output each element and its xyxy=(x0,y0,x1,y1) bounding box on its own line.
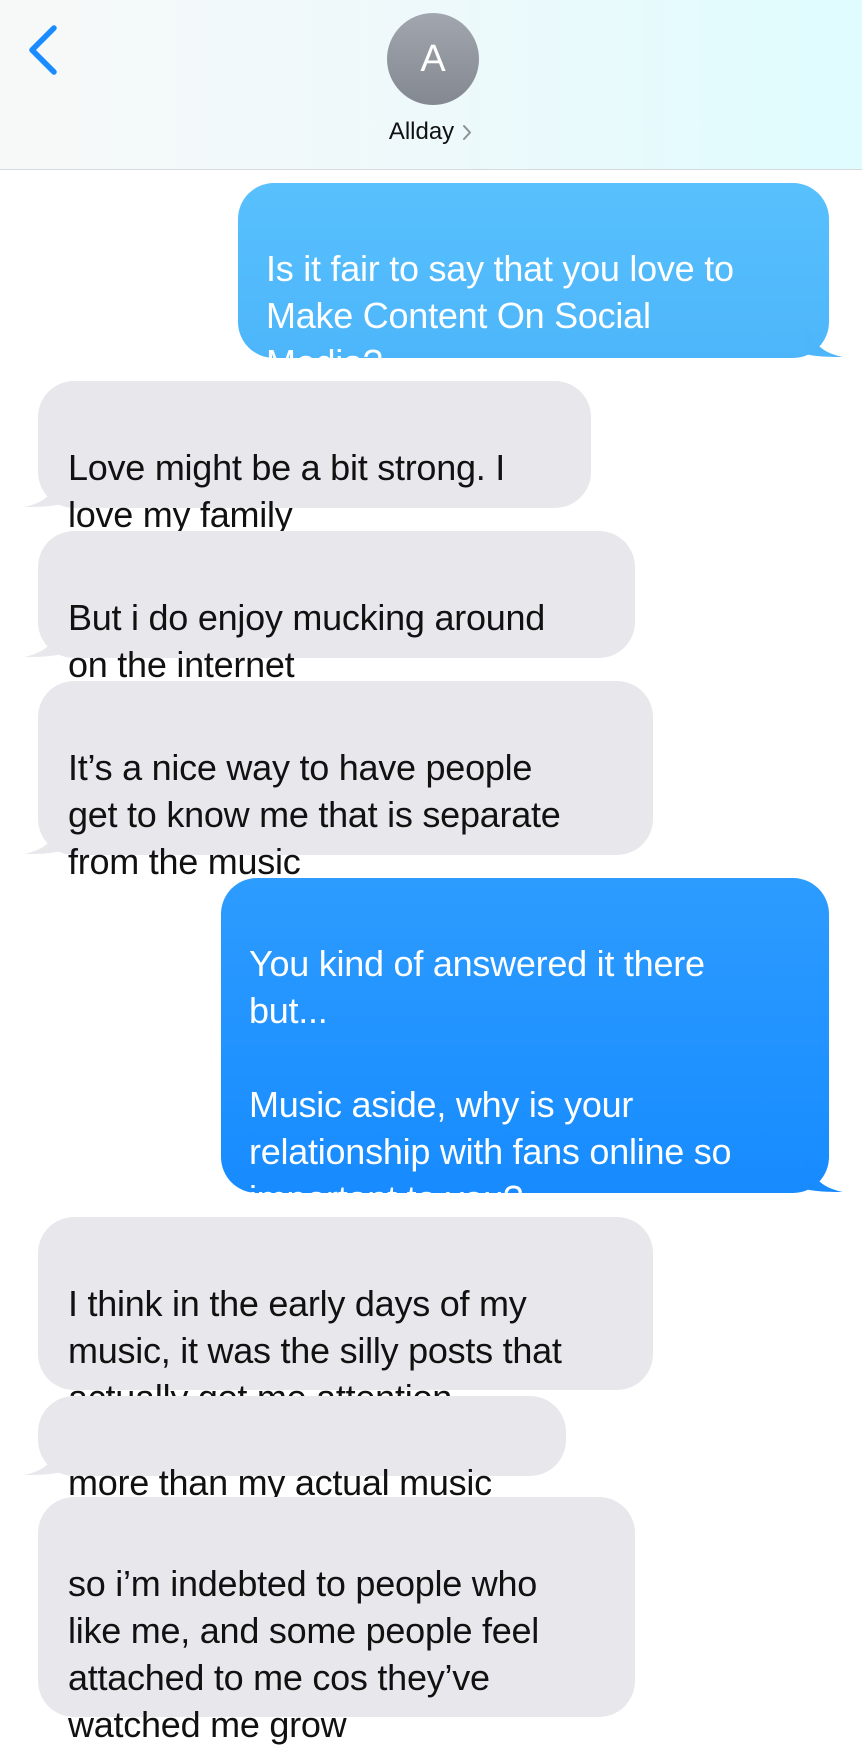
incoming-message-bubble[interactable]: so i’m indebted to people who like me, a… xyxy=(38,1497,635,1745)
message-tail-icon xyxy=(24,821,62,854)
incoming-message-bubble[interactable]: Love might be a bit strong. I love my fa… xyxy=(24,381,591,535)
message-tail-icon xyxy=(805,324,843,357)
message-list[interactable]: Is it fair to say that you love to Make … xyxy=(0,0,862,1745)
message-text: so i’m indebted to people who like me, a… xyxy=(68,1563,540,1745)
message-tail-icon xyxy=(805,1159,843,1192)
message-text: It’s a nice way to have people get to kn… xyxy=(68,747,561,882)
incoming-message-bubble[interactable]: I think in the early days of my music, i… xyxy=(38,1217,653,1418)
message-text: Is it fair to say that you love to Make … xyxy=(266,248,734,383)
message-tail-icon xyxy=(24,474,62,507)
message-tail-icon xyxy=(24,624,62,657)
outgoing-message-bubble[interactable]: Is it fair to say that you love to Make … xyxy=(238,183,843,383)
message-text: Love might be a bit strong. I love my fa… xyxy=(68,447,506,535)
message-tail-icon xyxy=(24,1442,62,1475)
incoming-message-bubble[interactable]: more than my actual music xyxy=(24,1396,566,1503)
message-text: You kind of answered it there but... Mus… xyxy=(249,943,732,1219)
message-text: But i do enjoy mucking around on the int… xyxy=(68,597,546,685)
incoming-message-bubble[interactable]: It’s a nice way to have people get to kn… xyxy=(24,681,653,882)
incoming-message-bubble[interactable]: But i do enjoy mucking around on the int… xyxy=(24,531,635,685)
outgoing-message-bubble[interactable]: You kind of answered it there but... Mus… xyxy=(221,878,843,1219)
